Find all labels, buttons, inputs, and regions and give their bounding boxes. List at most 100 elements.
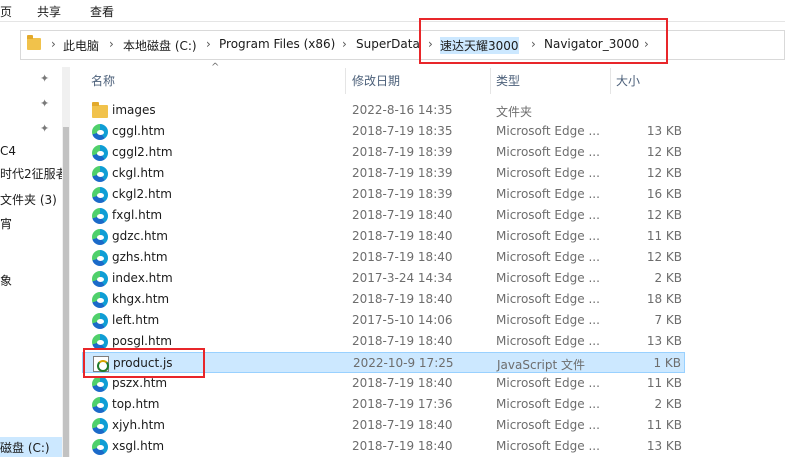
column-header-type[interactable]: 类型 — [496, 72, 520, 89]
edge-icon — [92, 229, 108, 245]
file-name: images — [112, 103, 156, 117]
pin-icon[interactable]: ✦ — [40, 72, 49, 85]
chevron-right-icon[interactable]: › — [342, 37, 347, 51]
breadcrumb-program-files[interactable]: Program Files (x86) — [219, 37, 335, 51]
nav-item[interactable]: 象 — [0, 272, 12, 289]
file-type: Microsoft Edge ... — [496, 334, 600, 348]
column-header-name[interactable]: 名称 — [91, 72, 115, 89]
folder-icon — [92, 102, 108, 118]
file-size: 13 KB — [646, 334, 682, 348]
file-type: Microsoft Edge ... — [496, 124, 600, 138]
file-date: 2022-8-16 14:35 — [352, 103, 453, 117]
edge-icon — [92, 376, 108, 392]
file-name: cggl2.htm — [112, 145, 173, 159]
column-header-size[interactable]: 大小 — [616, 72, 640, 89]
pin-icon[interactable]: ✦ — [40, 122, 49, 135]
edge-icon — [92, 166, 108, 182]
file-type: 文件夹 — [496, 105, 533, 119]
file-name: index.htm — [112, 271, 173, 285]
tab-view[interactable]: 查看 — [90, 3, 114, 20]
highlight-box-address — [419, 18, 668, 64]
file-size: 13 KB — [646, 439, 682, 453]
breadcrumb-superdata[interactable]: SuperData — [356, 37, 420, 51]
file-type: Microsoft Edge ... — [496, 229, 600, 243]
file-row[interactable]: khgx.htm 2018-7-19 18:40 Microsoft Edge ..… — [82, 289, 685, 310]
file-name: ckgl2.htm — [112, 187, 172, 201]
edge-icon — [92, 124, 108, 140]
file-date: 2018-7-19 18:40 — [352, 208, 453, 222]
file-type: Microsoft Edge ... — [496, 418, 600, 432]
file-type: Microsoft Edge ... — [496, 250, 600, 264]
nav-scrollbar[interactable] — [62, 67, 70, 457]
chevron-right-icon[interactable]: › — [206, 37, 211, 51]
file-name: gdzc.htm — [112, 229, 168, 243]
file-name: pszx.htm — [112, 376, 168, 390]
file-date: 2018-7-19 18:35 — [352, 124, 453, 138]
file-name: top.htm — [112, 397, 160, 411]
edge-icon — [92, 439, 108, 455]
file-type: Microsoft Edge ... — [496, 313, 600, 327]
nav-item-local-disk[interactable]: 磁盘 (C:) — [0, 439, 50, 456]
tab-share[interactable]: 共享 — [37, 3, 61, 20]
file-date: 2018-7-19 18:39 — [352, 145, 453, 159]
file-date: 2018-7-19 18:39 — [352, 166, 453, 180]
column-header-date[interactable]: 修改日期 — [352, 72, 400, 89]
edge-icon — [92, 145, 108, 161]
file-date: 2018-7-19 18:40 — [352, 292, 453, 306]
file-date: 2018-7-19 18:40 — [352, 439, 453, 453]
file-name: fxgl.htm — [112, 208, 163, 222]
file-size: 11 KB — [646, 418, 682, 432]
chevron-right-icon[interactable]: › — [51, 37, 56, 51]
file-row[interactable]: xjyh.htm 2018-7-19 18:40 Microsoft Edge ..… — [82, 415, 685, 436]
file-type: Microsoft Edge ... — [496, 166, 600, 180]
edge-icon — [92, 292, 108, 308]
file-name: posgl.htm — [112, 334, 172, 348]
file-row[interactable]: xsgl.htm 2018-7-19 18:40 Microsoft Edge ..… — [82, 436, 685, 457]
file-row[interactable]: index.htm 2017-3-24 14:34 Microsoft Edge .… — [82, 268, 685, 289]
nav-item[interactable]: 宵 — [0, 215, 12, 232]
file-row[interactable]: left.htm 2017-5-10 14:06 Microsoft Edge ..… — [82, 310, 685, 331]
file-size: 11 KB — [646, 376, 682, 390]
file-date: 2018-7-19 18:40 — [352, 418, 453, 432]
folder-icon — [27, 35, 41, 50]
file-size: 7 KB — [654, 313, 682, 327]
file-date: 2018-7-19 17:36 — [352, 397, 453, 411]
file-name: khgx.htm — [112, 292, 170, 306]
file-row[interactable]: cggl2.htm 2018-7-19 18:39 Microsoft Edge .… — [82, 142, 685, 163]
file-name: xsgl.htm — [112, 439, 165, 453]
file-type: Microsoft Edge ... — [496, 208, 600, 222]
chevron-right-icon[interactable]: › — [109, 37, 114, 51]
column-divider[interactable] — [490, 68, 491, 94]
file-date: 2018-7-19 18:40 — [352, 334, 453, 348]
file-row[interactable]: ckgl2.htm 2018-7-19 18:39 Microsoft Edge .… — [82, 184, 685, 205]
file-size: 1 KB — [653, 356, 681, 370]
file-row[interactable]: gzhs.htm 2018-7-19 18:40 Microsoft Edge ..… — [82, 247, 685, 268]
file-size: 18 KB — [646, 292, 682, 306]
file-row[interactable]: images 2022-8-16 14:35 文件夹 — [82, 100, 685, 121]
file-date: 2018-7-19 18:40 — [352, 250, 453, 264]
address-bar[interactable]: › 此电脑 › 本地磁盘 (C:) › Program Files (x86) … — [20, 30, 785, 60]
file-date: 2018-7-19 18:40 — [352, 229, 453, 243]
nav-item[interactable]: 文件夹 (3) — [0, 191, 57, 208]
file-type: Microsoft Edge ... — [496, 397, 600, 411]
column-divider[interactable] — [610, 68, 611, 94]
file-row[interactable]: fxgl.htm 2018-7-19 18:40 Microsoft Edge ..… — [82, 205, 685, 226]
edge-icon — [92, 271, 108, 287]
nav-item[interactable]: C4 — [0, 144, 16, 158]
file-row[interactable]: gdzc.htm 2018-7-19 18:40 Microsoft Edge ..… — [82, 226, 685, 247]
scrollbar-thumb[interactable] — [63, 127, 69, 457]
file-row[interactable]: ckgl.htm 2018-7-19 18:39 Microsoft Edge ..… — [82, 163, 685, 184]
file-size: 2 KB — [654, 397, 682, 411]
edge-icon — [92, 250, 108, 266]
file-row[interactable]: cggl.htm 2018-7-19 18:35 Microsoft Edge ..… — [82, 121, 685, 142]
nav-item[interactable]: 时代2征服者 — [0, 165, 62, 182]
breadcrumb-local-disk[interactable]: 本地磁盘 (C:) — [123, 37, 197, 54]
column-divider[interactable] — [345, 68, 346, 94]
pin-icon[interactable]: ✦ — [40, 97, 49, 110]
tab-page[interactable]: 页 — [0, 3, 12, 20]
file-name: left.htm — [112, 313, 160, 327]
breadcrumb-this-pc[interactable]: 此电脑 — [63, 37, 99, 54]
file-type: Microsoft Edge ... — [496, 439, 600, 453]
file-size: 12 KB — [646, 166, 682, 180]
file-row[interactable]: top.htm 2018-7-19 17:36 Microsoft Edge ...… — [82, 394, 685, 415]
